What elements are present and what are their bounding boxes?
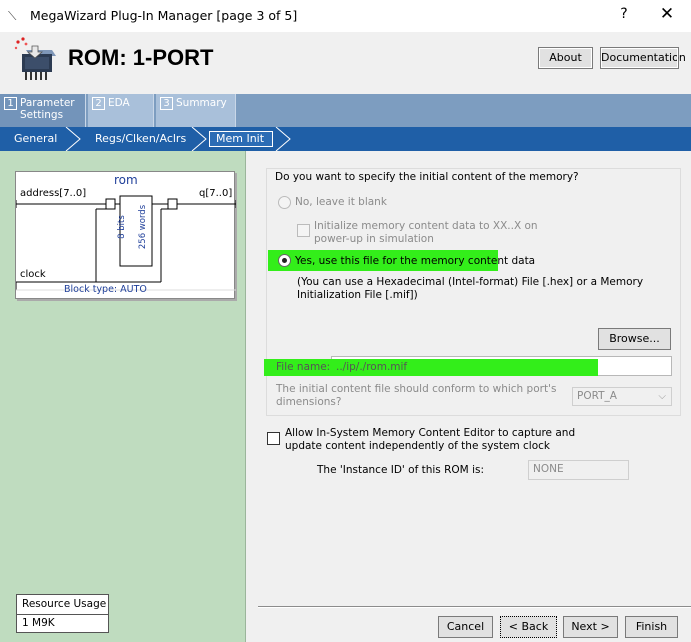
no-leave-blank-label: No, leave it blank <box>295 196 387 208</box>
finish-button[interactable]: Finish <box>625 616 678 638</box>
tab-parameter-settings[interactable]: 1 Parameter Settings <box>0 94 86 127</box>
title-bar: ⟍ MegaWizard Plug-In Manager [page 3 of … <box>0 0 691 32</box>
about-button[interactable]: About <box>538 47 593 69</box>
rom-name: rom <box>114 173 138 187</box>
sub-tab-regs-clken-aclrs[interactable]: Regs/Clken/Aclrs <box>95 127 186 151</box>
tab-label: Summary <box>176 97 227 109</box>
resource-usage: Resource Usage 1 M9K <box>16 594 109 633</box>
insystem-editor-label-line2: update content independently of the syst… <box>285 440 551 452</box>
file-name-label: File name: <box>276 361 331 373</box>
init-xx-label-line1: Initialize memory content data to XX..X … <box>314 220 538 232</box>
next-button[interactable]: Next > <box>563 616 618 638</box>
resource-usage-value: 1 M9K <box>22 617 55 629</box>
tab-label: EDA <box>108 97 130 109</box>
close-button[interactable]: ✕ <box>655 4 679 24</box>
finish-button-label: Finish <box>635 620 668 633</box>
rom-symbol-diagram: rom address[7..0] q[7..0] clock 8 bits 2… <box>15 171 236 299</box>
instance-id-input[interactable]: NONE <box>528 460 629 480</box>
cancel-button-label: Cancel <box>446 620 485 633</box>
sub-tabs: General Regs/Clken/Aclrs Mem Init <box>0 127 691 151</box>
address-port-label: address[7..0] <box>20 188 87 199</box>
no-leave-blank-radio[interactable] <box>278 196 291 209</box>
wizard-icon: ⟍ <box>8 9 17 23</box>
left-panel: rom address[7..0] q[7..0] clock 8 bits 2… <box>0 151 246 642</box>
next-button-label: Next > <box>571 620 610 633</box>
header: ROM: 1-PORT About Documentation <box>0 32 691 94</box>
cancel-button[interactable]: Cancel <box>438 616 493 638</box>
instance-id-label: The 'Instance ID' of this ROM is: <box>317 464 484 476</box>
file-format-hint-line2: Initialization File [.mif]) <box>297 289 418 301</box>
help-button[interactable]: ? <box>614 6 634 22</box>
panel-divider <box>245 151 246 642</box>
yes-use-file-radio[interactable] <box>278 254 291 267</box>
port-select-value: PORT_A <box>577 390 617 402</box>
file-name-value: ../ip/./rom.mif <box>336 361 408 373</box>
init-xx-checkbox[interactable] <box>297 224 310 237</box>
sub-tab-mem-init[interactable]: Mem Init <box>209 131 273 147</box>
bits-label: 8 bits <box>116 215 127 239</box>
browse-button[interactable]: Browse... <box>598 328 671 350</box>
chevron-down-icon: ⌵ <box>658 391 666 402</box>
tab-number: 3 <box>160 97 173 110</box>
clock-port-label: clock <box>20 269 46 280</box>
step-tabs: 1 Parameter Settings 2 EDA 3 Summary <box>0 94 691 127</box>
back-button[interactable]: < Back <box>500 616 557 638</box>
tab-number: 2 <box>92 97 105 110</box>
block-type-label: Block type: AUTO <box>64 284 147 295</box>
file-format-hint-line1: (You can use a Hexadecimal (Intel-format… <box>297 276 644 288</box>
words-label: 256 words <box>138 204 149 250</box>
insystem-editor-label-line1: Allow In-System Memory Content Editor to… <box>285 427 576 439</box>
documentation-button-label: Documentation <box>601 51 686 64</box>
window-title: MegaWizard Plug-In Manager [page 3 of 5] <box>30 8 298 23</box>
page-heading: ROM: 1-PORT <box>68 45 214 70</box>
mem-init-question: Do you want to specify the initial conte… <box>275 171 579 183</box>
rom-chip-icon <box>14 37 56 80</box>
insystem-editor-checkbox[interactable] <box>267 432 280 445</box>
tab-number: 1 <box>4 97 17 110</box>
yes-use-file-label: Yes, use this file for the memory conten… <box>295 255 536 267</box>
resource-usage-title: Resource Usage <box>17 595 108 615</box>
port-question-line1: The initial content file should conform … <box>276 383 557 395</box>
back-button-label: < Back <box>508 620 549 633</box>
sub-tab-general[interactable]: General <box>14 127 57 151</box>
tab-eda[interactable]: 2 EDA <box>88 94 154 127</box>
instance-id-value: NONE <box>533 463 564 475</box>
port-question-line2: dimensions? <box>276 396 342 408</box>
documentation-button[interactable]: Documentation <box>600 47 686 69</box>
about-button-label: About <box>549 51 582 64</box>
init-xx-label-line2: power-up in simulation <box>314 233 434 245</box>
tab-summary[interactable]: 3 Summary <box>156 94 236 127</box>
q-port-label: q[7..0] <box>199 188 233 199</box>
tab-label: Parameter Settings <box>20 97 75 121</box>
footer-divider-highlight <box>258 607 691 608</box>
browse-button-label: Browse... <box>609 332 660 345</box>
port-select[interactable]: PORT_A ⌵ <box>572 387 672 406</box>
